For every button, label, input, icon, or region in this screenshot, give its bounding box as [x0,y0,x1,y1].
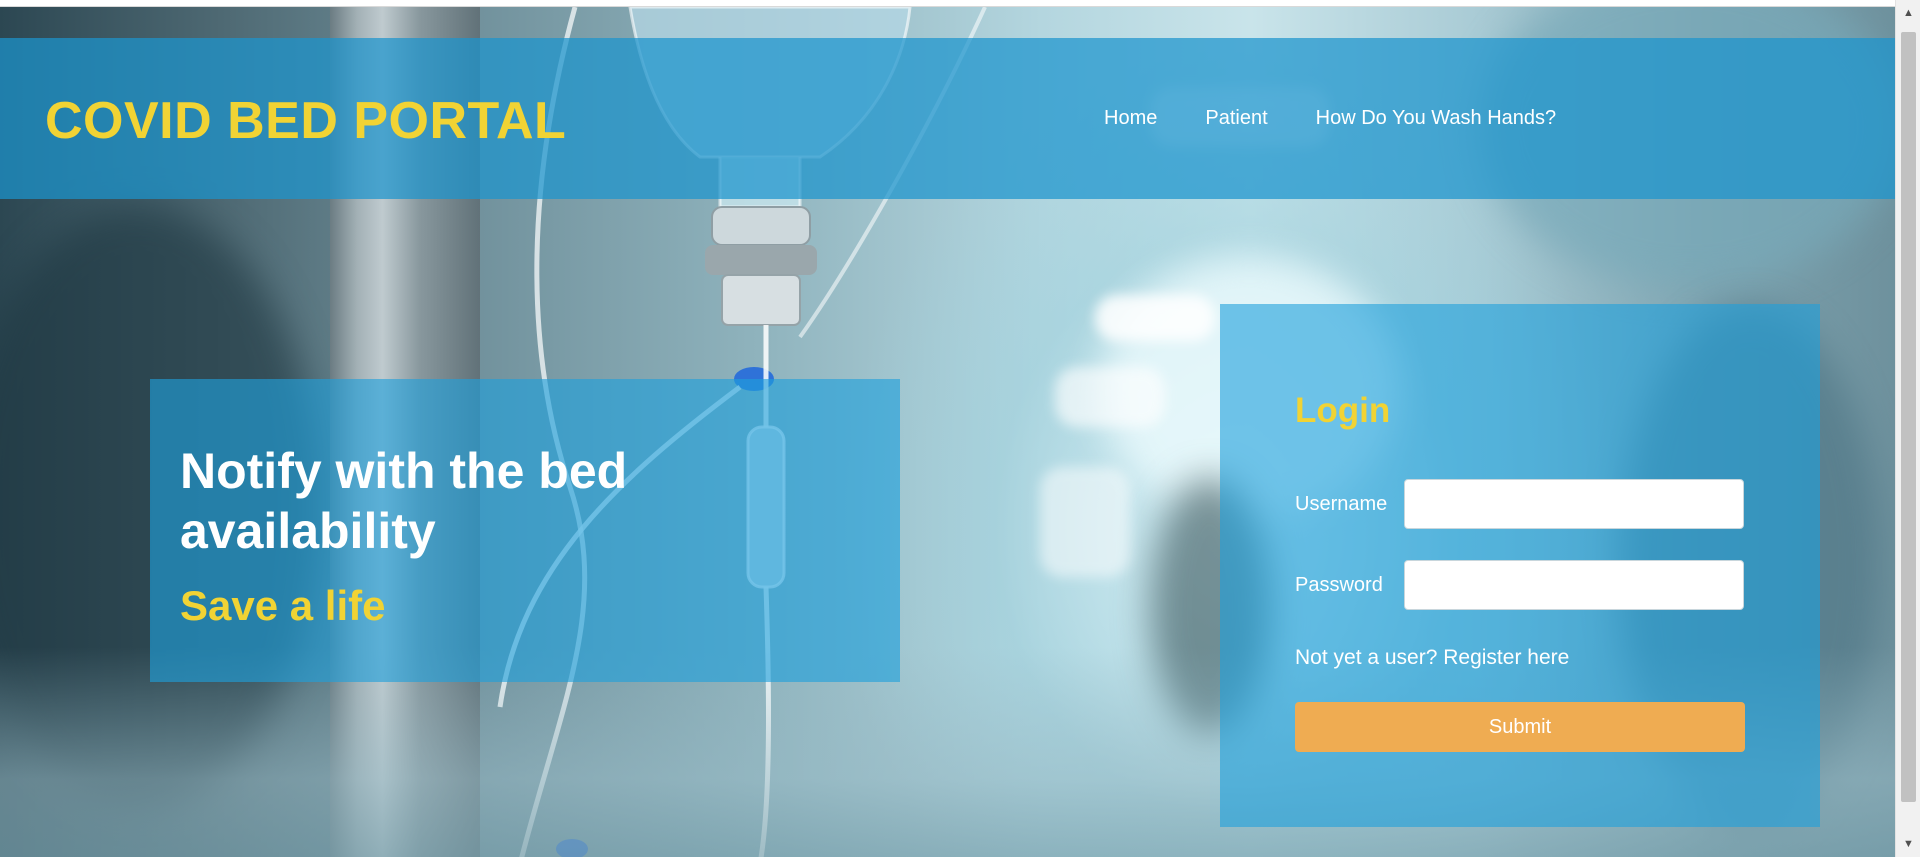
hero-subtitle: Save a life [180,582,386,629]
nav-link-patient[interactable]: Patient [1205,107,1267,130]
scroll-up-arrow-icon[interactable]: ▲ [1896,4,1920,22]
username-input[interactable] [1404,479,1744,529]
browser-top-edge [0,0,1895,7]
register-link[interactable]: Not yet a user? Register here [1295,646,1569,669]
main-nav: Home Patient How Do You Wash Hands? [1104,107,1556,130]
nav-link-wash-hands[interactable]: How Do You Wash Hands? [1316,107,1557,130]
submit-button[interactable]: Submit [1295,702,1745,752]
username-label: Username [1295,493,1388,515]
browser-viewport: COVID BED PORTAL Home Patient How Do You… [0,0,1920,857]
nav-link-home[interactable]: Home [1104,107,1157,130]
vertical-scrollbar[interactable]: ▲ ▼ [1895,0,1920,857]
hero-box: Notify with the bed availability Save a … [150,379,900,682]
scrollbar-thumb[interactable] [1901,32,1916,802]
login-title: Login [1295,391,1391,430]
password-input[interactable] [1404,560,1744,610]
register-prompt: Not yet a user? Register here [1295,646,1569,670]
login-panel: Login Username Password Not yet a user? … [1220,304,1820,827]
site-brand-logo[interactable]: COVID BED PORTAL [45,95,566,147]
password-label: Password [1295,574,1383,596]
hero-title: Notify with the bed availability [180,443,628,559]
scroll-down-arrow-icon[interactable]: ▼ [1896,835,1920,853]
